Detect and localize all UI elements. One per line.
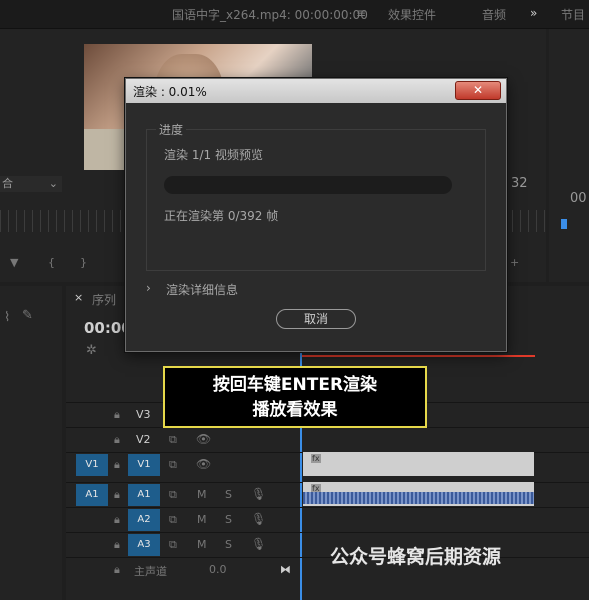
panel-menu-icon[interactable]: ≡ (356, 6, 366, 20)
fx-badge-icon: fx (311, 454, 321, 463)
lock-icon[interactable]: 🔒︎ (114, 433, 120, 447)
expand-tabs-icon[interactable]: » (530, 6, 537, 20)
mute-button[interactable]: M (197, 488, 207, 501)
chevron-right-icon[interactable]: › (146, 281, 151, 295)
microphone-icon[interactable]: 🎙︎ (251, 512, 266, 526)
lock-icon[interactable]: 🔒︎ (114, 538, 120, 552)
frame-status-text: 正在渲染第 0/392 帧 (164, 209, 279, 223)
dialog-titlebar: 渲染 : 0.01% ✕ (126, 79, 506, 103)
lock-icon[interactable]: 🔒︎ (114, 513, 120, 527)
microphone-icon[interactable]: 🎙︎ (251, 537, 266, 551)
snap-icon[interactable]: ✲ (86, 343, 97, 358)
instruction-callout: 按回车键ENTER渲染 播放看效果 (163, 366, 427, 428)
audio-clip-a1[interactable]: fx (303, 482, 534, 506)
tools-panel: ⌇ ✎ (0, 286, 62, 600)
source-timecode-right: 32 (511, 176, 528, 191)
microphone-icon[interactable]: 🎙︎ (251, 487, 266, 501)
solo-button[interactable]: S (225, 513, 232, 526)
track-target-a1[interactable]: A1 (128, 484, 160, 506)
track-row-master: 🔒︎ 主声道 0.0 ⧓ (66, 557, 589, 582)
eye-icon[interactable]: 👁︎ (196, 457, 211, 471)
tab-audio[interactable]: 音频 (482, 6, 506, 23)
mute-button[interactable]: M (197, 538, 207, 551)
callout-line-1: 按回车键ENTER渲染 (212, 375, 378, 395)
close-button[interactable]: ✕ (455, 81, 501, 100)
top-tab-bar: 国语中字_x264.mp4: 00:00:00:00 ≡ 效果控件 音频 » 节… (0, 0, 589, 29)
sync-lock-icon[interactable]: ⧉ (169, 488, 177, 502)
master-volume-value[interactable]: 0.0 (209, 563, 227, 576)
track-target-a2[interactable]: A2 (128, 509, 160, 531)
watermark-text: 公众号蜂窝后期资源 (330, 546, 502, 568)
progress-group-label: 进度 (156, 121, 187, 138)
sync-lock-icon[interactable]: ⧉ (169, 538, 177, 552)
solo-button[interactable]: S (225, 538, 232, 551)
audio-waveform (303, 492, 534, 504)
cancel-button[interactable]: 取消 (276, 309, 356, 329)
zoom-value: 合 (2, 177, 13, 190)
chevron-down-icon: ⌄ (48, 177, 58, 190)
callout-line-2: 播放看效果 (252, 400, 338, 420)
pen-tool-icon[interactable]: ✎ (22, 308, 33, 323)
track-row-a3: 🔒︎ A3 ⧉ M S 🎙︎ (66, 532, 589, 557)
lock-icon[interactable]: 🔒︎ (114, 563, 120, 577)
track-label[interactable]: V2 (136, 433, 151, 446)
lock-icon[interactable]: 🔒︎ (114, 408, 120, 422)
program-playhead-marker[interactable] (561, 219, 567, 229)
render-task-text: 渲染 1/1 视频预览 (164, 148, 263, 162)
render-dialog: 渲染 : 0.01% ✕ 进度 渲染 1/1 视频预览 正在渲染第 0/392 … (125, 78, 507, 352)
razor-tool-icon[interactable]: ⌇ (4, 310, 10, 325)
source-patch-a1[interactable]: A1 (76, 484, 108, 506)
tab-program[interactable]: 节目 (561, 6, 585, 23)
master-track-label: 主声道 (134, 565, 167, 578)
render-status-bar (300, 355, 535, 357)
sync-lock-icon[interactable]: ⧉ (169, 433, 177, 447)
track-target-a3[interactable]: A3 (128, 534, 160, 556)
solo-button[interactable]: S (225, 488, 232, 501)
go-to-end-icon[interactable]: ⧓ (280, 563, 291, 576)
dialog-title: 渲染 : 0.01% (133, 85, 207, 99)
add-button-icon[interactable]: + (510, 256, 519, 269)
sync-lock-icon[interactable]: ⧉ (169, 513, 177, 527)
source-patch-v1[interactable]: V1 (76, 454, 108, 476)
mute-button[interactable]: M (197, 513, 207, 526)
track-target-v1[interactable]: V1 (128, 454, 160, 476)
lock-icon[interactable]: 🔒︎ (114, 488, 120, 502)
sync-lock-icon[interactable]: ⧉ (169, 458, 177, 472)
mark-out-icon[interactable]: } (80, 256, 87, 269)
track-label[interactable]: V3 (136, 408, 151, 421)
mark-in-icon[interactable]: { (48, 256, 55, 269)
lock-icon[interactable]: 🔒︎ (114, 458, 120, 472)
eye-icon[interactable]: 👁︎ (196, 432, 211, 446)
marker-icon[interactable]: ▼ (10, 256, 18, 269)
program-monitor-panel: 00 (549, 29, 589, 282)
sequence-tab[interactable]: 序列 (92, 291, 116, 308)
program-timecode: 00 (570, 191, 587, 206)
track-row-a2: 🔒︎ A2 ⧉ M S 🎙︎ (66, 507, 589, 532)
close-sequence-icon[interactable]: × (74, 291, 83, 304)
render-details-toggle[interactable]: 渲染详细信息 (166, 281, 238, 298)
tab-effect-controls[interactable]: 效果控件 (388, 6, 436, 23)
zoom-select[interactable]: 合 ⌄ (0, 176, 62, 192)
video-clip-v1[interactable]: fx (303, 452, 534, 476)
tab-source[interactable]: 国语中字_x264.mp4: 00:00:00:00 (172, 6, 368, 23)
render-progress-bar (164, 176, 452, 194)
track-row-v2: 🔒︎ V2 ⧉ 👁︎ (66, 427, 589, 452)
